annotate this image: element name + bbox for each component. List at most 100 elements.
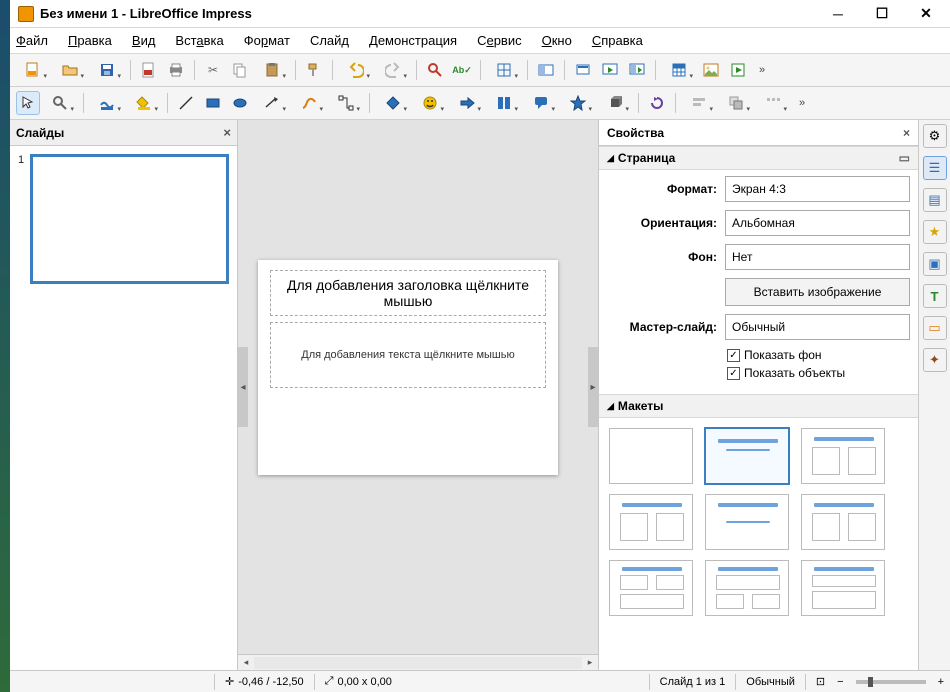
panel-collapse-left-button[interactable]: ◂ bbox=[238, 347, 248, 427]
toolbar-overflow-button[interactable]: » bbox=[753, 64, 771, 76]
panel-collapse-right-button[interactable]: ▸ bbox=[588, 347, 598, 427]
toolbar-overflow-button[interactable]: » bbox=[793, 97, 811, 109]
minimize-button[interactable]: ─ bbox=[816, 2, 860, 26]
layout-title-content[interactable] bbox=[705, 428, 789, 484]
curve-tool-button[interactable] bbox=[292, 91, 326, 115]
layouts-section-header[interactable]: ◢ Макеты bbox=[599, 394, 918, 418]
sidebar-tab-gallery[interactable]: ▭ bbox=[923, 316, 947, 340]
canvas[interactable]: ◂ Для добавления заголовка щёлкните мышь… bbox=[238, 120, 598, 654]
layout-4content-b[interactable] bbox=[705, 560, 789, 616]
slides-panel-close-button[interactable]: × bbox=[223, 125, 231, 140]
close-button[interactable]: ✕ bbox=[904, 2, 948, 26]
menu-file[interactable]: Файл bbox=[16, 33, 48, 48]
zoom-out-button[interactable]: − bbox=[831, 676, 849, 688]
rectangle-tool-button[interactable] bbox=[201, 91, 225, 115]
3d-shapes-button[interactable] bbox=[598, 91, 632, 115]
content-placeholder[interactable]: Для добавления текста щёлкните мышью bbox=[270, 322, 546, 388]
menu-window[interactable]: Окно bbox=[542, 33, 572, 48]
select-tool-button[interactable] bbox=[16, 91, 40, 115]
cut-button[interactable]: ✂ bbox=[201, 58, 225, 82]
spellcheck-button[interactable]: Ab✓ bbox=[450, 58, 474, 82]
menu-insert[interactable]: Вставка bbox=[175, 33, 223, 48]
scroll-right-button[interactable]: ▸ bbox=[582, 657, 598, 668]
paste-button[interactable] bbox=[255, 58, 289, 82]
menu-slide[interactable]: Слайд bbox=[310, 33, 349, 48]
show-objects-checkbox-row[interactable]: ✓ Показать объекты bbox=[727, 366, 910, 380]
page-section-header[interactable]: ◢ Страница ▭ bbox=[599, 146, 918, 170]
title-placeholder[interactable]: Для добавления заголовка щёлкните мышью bbox=[270, 270, 546, 316]
master-slide-button[interactable] bbox=[571, 58, 595, 82]
insert-image-button[interactable]: Вставить изображение bbox=[725, 278, 910, 306]
grid-button[interactable] bbox=[487, 58, 521, 82]
page-format-dropdown[interactable]: Экран 4:3 bbox=[725, 176, 910, 202]
page-background-dropdown[interactable]: Нет bbox=[725, 244, 910, 270]
show-objects-checkbox[interactable]: ✓ bbox=[727, 367, 740, 380]
start-from-current-button[interactable] bbox=[625, 58, 649, 82]
layout-4content-a[interactable] bbox=[609, 560, 693, 616]
zoom-fit-button[interactable]: ⊡ bbox=[810, 675, 831, 688]
open-button[interactable] bbox=[53, 58, 87, 82]
thumbnail-preview[interactable] bbox=[30, 154, 229, 284]
align-button[interactable] bbox=[682, 91, 716, 115]
new-button[interactable] bbox=[16, 58, 50, 82]
horizontal-scrollbar[interactable]: ◂ ▸ bbox=[238, 654, 598, 670]
symbol-shapes-button[interactable] bbox=[413, 91, 447, 115]
zoom-in-button[interactable]: + bbox=[932, 676, 950, 688]
maximize-button[interactable]: ☐ bbox=[860, 2, 904, 26]
arrange-button[interactable] bbox=[719, 91, 753, 115]
menu-slideshow[interactable]: Демонстрация bbox=[369, 33, 457, 48]
redo-button[interactable] bbox=[376, 58, 410, 82]
flowchart-shapes-button[interactable] bbox=[487, 91, 521, 115]
save-button[interactable] bbox=[90, 58, 124, 82]
basic-shapes-button[interactable] bbox=[376, 91, 410, 115]
print-button[interactable] bbox=[164, 58, 188, 82]
sidebar-tab-transitions[interactable]: ▤ bbox=[923, 188, 947, 212]
connector-tool-button[interactable] bbox=[329, 91, 363, 115]
scroll-track[interactable] bbox=[254, 657, 582, 669]
status-master-name[interactable]: Обычный bbox=[740, 676, 801, 688]
menu-help[interactable]: Справка bbox=[592, 33, 643, 48]
zoom-slider[interactable] bbox=[850, 680, 932, 684]
layout-centered-text[interactable] bbox=[705, 494, 789, 550]
properties-panel-close-button[interactable]: × bbox=[903, 126, 910, 140]
page-orientation-dropdown[interactable]: Альбомная bbox=[725, 210, 910, 236]
layout-2content[interactable] bbox=[801, 494, 885, 550]
menu-format[interactable]: Формат bbox=[244, 33, 290, 48]
rotate-button[interactable] bbox=[645, 91, 669, 115]
display-views-button[interactable] bbox=[534, 58, 558, 82]
fill-color-button[interactable] bbox=[127, 91, 161, 115]
scroll-left-button[interactable]: ◂ bbox=[238, 657, 254, 668]
callout-shapes-button[interactable] bbox=[524, 91, 558, 115]
insert-table-button[interactable] bbox=[662, 58, 696, 82]
insert-image-button[interactable] bbox=[699, 58, 723, 82]
arrow-line-tool-button[interactable] bbox=[255, 91, 289, 115]
slides-thumbnail-area[interactable]: 1 bbox=[10, 146, 237, 670]
ellipse-tool-button[interactable] bbox=[228, 91, 252, 115]
distribute-button[interactable] bbox=[756, 91, 790, 115]
start-from-first-button[interactable] bbox=[598, 58, 622, 82]
undo-button[interactable] bbox=[339, 58, 373, 82]
sidebar-settings-icon[interactable]: ⚙ bbox=[923, 124, 947, 148]
sidebar-tab-properties[interactable]: ☰ bbox=[923, 156, 947, 180]
menu-tools[interactable]: Сервис bbox=[477, 33, 522, 48]
menu-view[interactable]: Вид bbox=[132, 33, 156, 48]
layout-4content-c[interactable] bbox=[801, 560, 885, 616]
sidebar-tab-styles[interactable]: T bbox=[923, 284, 947, 308]
slide-thumbnail[interactable]: 1 bbox=[18, 154, 229, 284]
sidebar-tab-master[interactable]: ▣ bbox=[923, 252, 947, 276]
export-pdf-button[interactable] bbox=[137, 58, 161, 82]
clone-format-button[interactable] bbox=[302, 58, 326, 82]
sidebar-tab-navigator[interactable]: ✦ bbox=[923, 348, 947, 372]
status-slide-count[interactable]: Слайд 1 из 1 bbox=[654, 676, 732, 688]
block-arrows-button[interactable] bbox=[450, 91, 484, 115]
line-tool-button[interactable] bbox=[174, 91, 198, 115]
zoom-tool-button[interactable] bbox=[43, 91, 77, 115]
insert-media-button[interactable] bbox=[726, 58, 750, 82]
show-background-checkbox[interactable]: ✓ bbox=[727, 349, 740, 362]
sidebar-tab-animation[interactable]: ★ bbox=[923, 220, 947, 244]
page-section-more-button[interactable]: ▭ bbox=[899, 151, 910, 165]
copy-button[interactable] bbox=[228, 58, 252, 82]
slide-editor[interactable]: Для добавления заголовка щёлкните мышью … bbox=[258, 260, 558, 475]
layout-title-only[interactable] bbox=[609, 494, 693, 550]
star-shapes-button[interactable] bbox=[561, 91, 595, 115]
